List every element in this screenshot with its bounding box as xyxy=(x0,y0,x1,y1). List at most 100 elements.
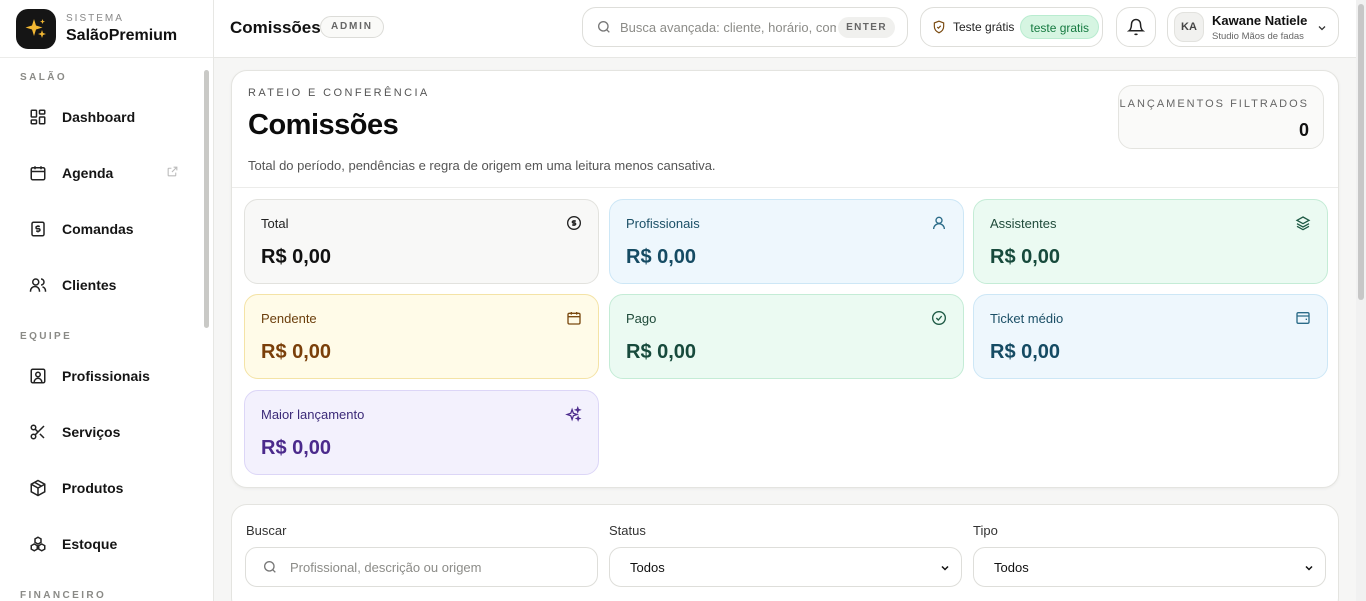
stat-value: R$ 0,00 xyxy=(626,246,697,268)
divider xyxy=(232,187,1338,188)
shield-icon xyxy=(932,20,946,34)
user-name: Kawane Natiele xyxy=(1212,12,1308,28)
status-filter-label: Status xyxy=(609,523,646,538)
sidebar: SISTEMA SalãoPremium SALÃO Dashboard Age… xyxy=(0,0,214,601)
filters-card: Buscar Status Todos Tipo Todos xyxy=(231,504,1339,601)
trial-status-badge: teste gratis xyxy=(1020,15,1100,39)
summary-description: Total do período, pendências e regra de … xyxy=(248,158,716,173)
scissors-icon xyxy=(29,423,47,441)
chevron-down-icon xyxy=(1316,22,1328,34)
brand-name: SalãoPremium xyxy=(66,26,178,44)
stat-value: R$ 0,00 xyxy=(261,341,332,363)
grid-icon xyxy=(29,108,47,126)
summary-eyebrow: RATEIO E CONFERÊNCIA xyxy=(248,87,430,99)
sidebar-item-estoque[interactable]: Estoque xyxy=(0,516,213,572)
sidebar-item-agenda[interactable]: Agenda xyxy=(0,145,213,201)
user-menu[interactable]: KA Kawane Natiele Studio Mãos de fadas xyxy=(1167,7,1339,47)
type-select-value: Todos xyxy=(994,559,1029,575)
avatar: KA xyxy=(1174,12,1204,42)
notifications-button[interactable] xyxy=(1116,7,1156,47)
stat-card-pendente: Pendente R$ 0,00 xyxy=(244,294,599,379)
box-icon xyxy=(29,479,47,497)
filtered-entries-counter: LANÇAMENTOS FILTRADOS 0 xyxy=(1118,85,1324,149)
sidebar-item-label: Estoque xyxy=(62,536,118,552)
stat-label: Total xyxy=(261,216,289,231)
type-select[interactable]: Todos xyxy=(973,547,1326,587)
filter-search-box[interactable] xyxy=(245,547,598,587)
sidebar-item-label: Agenda xyxy=(62,165,114,181)
nav-section-salao: SALÃO xyxy=(20,72,67,83)
stat-label: Pendente xyxy=(261,311,317,326)
trial-label: Teste grátis xyxy=(953,20,1015,34)
bell-icon xyxy=(1127,18,1145,36)
calendar-icon xyxy=(566,310,582,326)
stat-card-pago: Pago R$ 0,00 xyxy=(609,294,964,379)
users-icon xyxy=(29,276,47,294)
summary-title: Comissões xyxy=(248,109,399,141)
search-filter-label: Buscar xyxy=(246,523,287,538)
wallet-icon xyxy=(1295,310,1311,326)
search-icon xyxy=(596,19,612,35)
enter-key-hint: ENTER xyxy=(838,17,895,38)
type-filter-label: Tipo xyxy=(973,523,998,538)
sidebar-item-profissionais[interactable]: Profissionais xyxy=(0,348,213,404)
sidebar-item-label: Comandas xyxy=(62,221,134,237)
calendar-icon xyxy=(29,164,47,182)
sidebar-scrollbar[interactable] xyxy=(204,70,209,328)
filter-search-input[interactable] xyxy=(290,559,590,575)
chevron-down-icon xyxy=(939,562,951,574)
page-scrollbar[interactable] xyxy=(1356,0,1366,601)
search-icon xyxy=(262,559,278,575)
stat-card-total: Total R$ 0,00 xyxy=(244,199,599,284)
stat-card-profissionais: Profissionais R$ 0,00 xyxy=(609,199,964,284)
role-badge: ADMIN xyxy=(320,16,384,38)
sidebar-item-comandas[interactable]: Comandas xyxy=(0,201,213,257)
receipt-icon xyxy=(29,220,47,238)
sparkles-icon xyxy=(565,406,582,423)
brand[interactable]: SISTEMA SalãoPremium xyxy=(0,0,213,58)
check-circle-icon xyxy=(931,310,947,326)
sparkles-icon xyxy=(16,8,56,49)
user-studio: Studio Mãos de fadas xyxy=(1212,30,1304,42)
global-search[interactable]: ENTER xyxy=(582,7,908,47)
sidebar-item-dashboard[interactable]: Dashboard xyxy=(0,89,213,145)
page-scrollbar-thumb[interactable] xyxy=(1358,4,1364,300)
stat-label: Profissionais xyxy=(626,216,700,231)
sidebar-item-label: Dashboard xyxy=(62,109,136,125)
sidebar-item-label: Serviços xyxy=(62,424,121,440)
status-select-value: Todos xyxy=(630,559,665,575)
layers-icon xyxy=(1295,215,1311,231)
sidebar-item-label: Clientes xyxy=(62,277,117,293)
status-select[interactable]: Todos xyxy=(609,547,962,587)
stat-label: Assistentes xyxy=(990,216,1057,231)
stat-card-assistentes: Assistentes R$ 0,00 xyxy=(973,199,1328,284)
trial-status[interactable]: Teste grátis teste gratis xyxy=(920,7,1103,47)
id-badge-icon xyxy=(29,367,47,385)
top-header: Comissões ADMIN ENTER Teste grátis teste… xyxy=(214,0,1356,58)
counter-value: 0 xyxy=(1298,120,1309,140)
sidebar-item-servicos[interactable]: Serviços xyxy=(0,404,213,460)
stat-value: R$ 0,00 xyxy=(990,246,1061,268)
sidebar-item-produtos[interactable]: Produtos xyxy=(0,460,213,516)
chevron-down-icon xyxy=(1303,562,1315,574)
user-icon xyxy=(931,215,947,231)
page-title: Comissões xyxy=(230,18,321,37)
stat-card-maior-lancamento: Maior lançamento R$ 0,00 xyxy=(244,390,599,475)
counter-label: LANÇAMENTOS FILTRADOS xyxy=(1119,98,1309,110)
global-search-input[interactable] xyxy=(620,19,836,35)
stat-label: Maior lançamento xyxy=(261,407,365,422)
stat-card-ticket-medio: Ticket médio R$ 0,00 xyxy=(973,294,1328,379)
sidebar-item-label: Profissionais xyxy=(62,368,150,384)
commissions-summary-card: RATEIO E CONFERÊNCIA Comissões Total do … xyxy=(231,70,1339,488)
stat-label: Pago xyxy=(626,311,657,326)
dollar-circle-icon xyxy=(566,215,582,231)
external-link-icon[interactable] xyxy=(166,165,179,178)
sidebar-item-clientes[interactable]: Clientes xyxy=(0,257,213,313)
stat-value: R$ 0,00 xyxy=(626,341,697,363)
stat-value: R$ 0,00 xyxy=(261,437,332,459)
nav-section-equipe: EQUIPE xyxy=(20,331,73,342)
stat-value: R$ 0,00 xyxy=(990,341,1061,363)
stat-value: R$ 0,00 xyxy=(261,246,332,268)
stat-label: Ticket médio xyxy=(990,311,1064,326)
sidebar-item-label: Produtos xyxy=(62,480,124,496)
